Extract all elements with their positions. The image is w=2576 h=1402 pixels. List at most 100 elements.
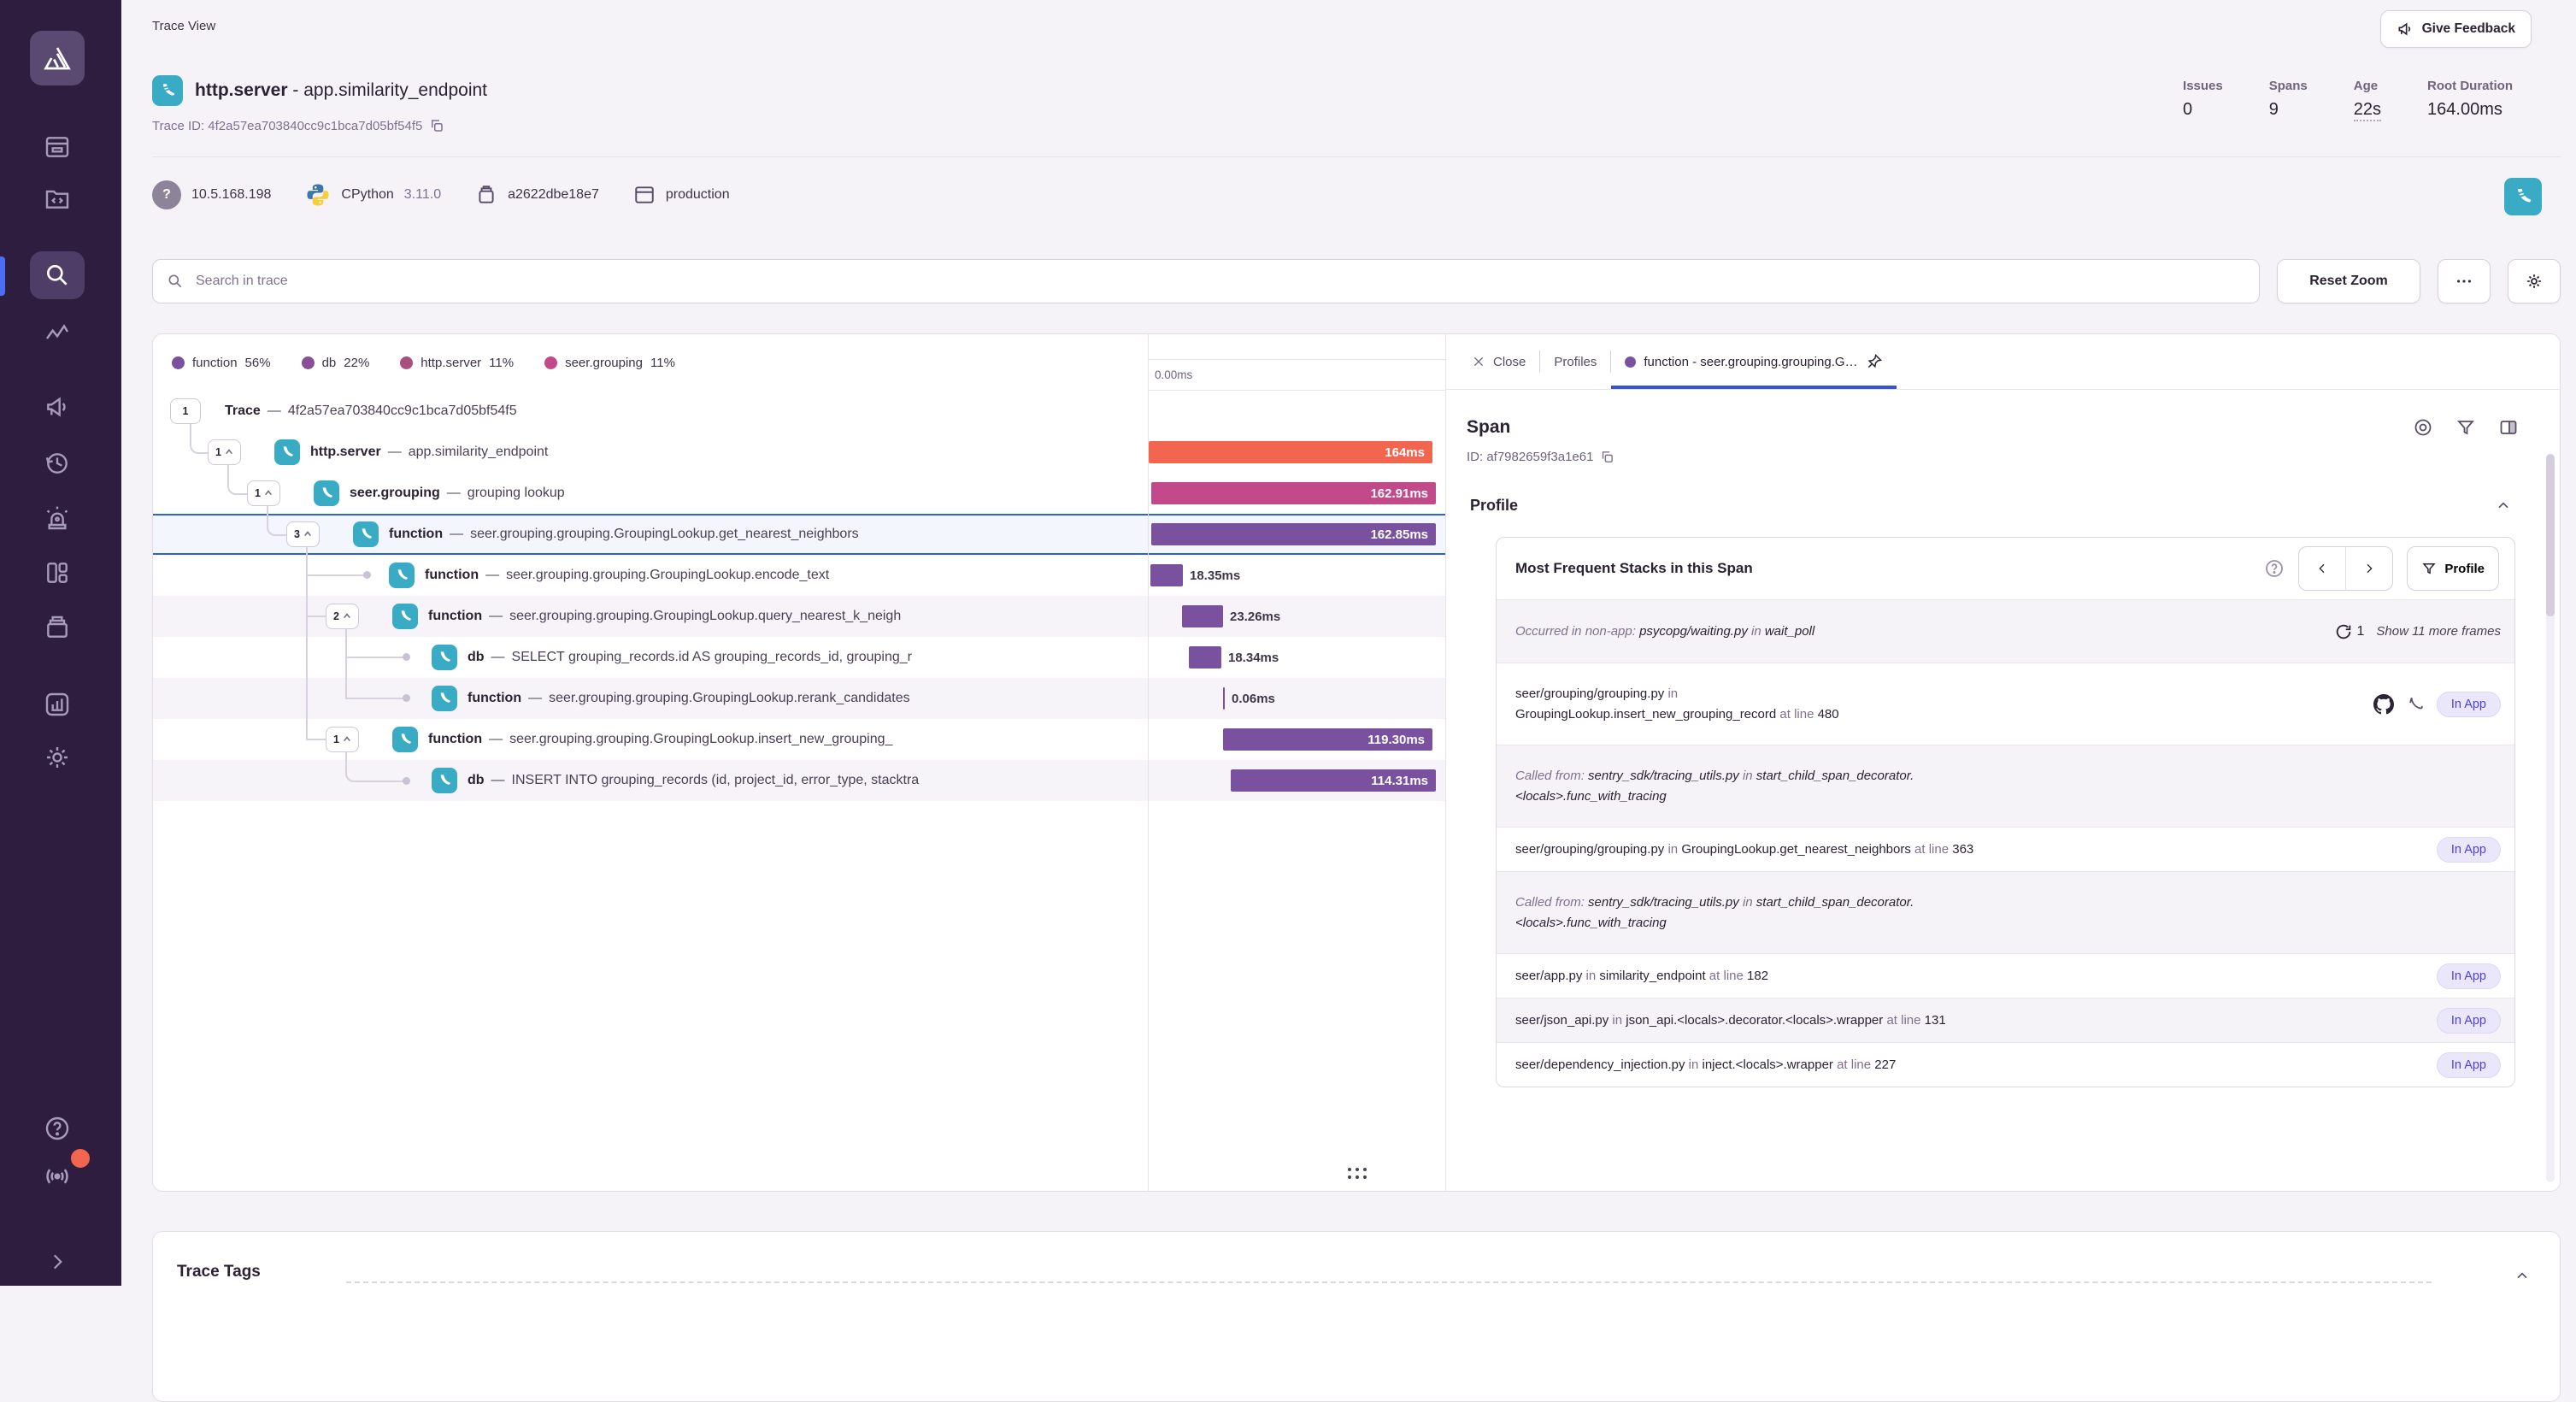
- project-avatar: [274, 439, 300, 465]
- next-stack-button[interactable]: [2345, 547, 2392, 590]
- stat-value: 9: [2269, 100, 2308, 120]
- span-row[interactable]: 1 http.server—app.similarity_endpoint 16…: [153, 432, 1445, 473]
- whats-new-broadcast-icon[interactable]: [30, 1152, 85, 1200]
- stack-frame-called-from[interactable]: Called from: sentry_sdk/tracing_utils.py…: [1497, 871, 2514, 953]
- split-panel-icon[interactable]: [2498, 417, 2519, 438]
- window-icon: [633, 184, 656, 206]
- tab-span-active[interactable]: function - seer.grouping.grouping.G…: [1611, 334, 1896, 389]
- open-profile-button[interactable]: Profile: [2407, 546, 2499, 591]
- trace-root-row[interactable]: 1 Trace—4f2a57ea703840cc9c1bca7d05bf54f5: [153, 391, 1445, 432]
- tree-connector: [267, 506, 288, 536]
- chevron-up-icon[interactable]: [2495, 498, 2512, 515]
- tree-connector: [306, 616, 326, 617]
- duration-bar[interactable]: 114.31ms: [1231, 769, 1436, 792]
- drawer-scrollbar[interactable]: [2546, 454, 2555, 1182]
- settings-gear-icon[interactable]: [30, 733, 85, 781]
- chevron-up-icon[interactable]: [2514, 1268, 2531, 1285]
- children-count-chip[interactable]: 1: [208, 439, 241, 465]
- duration-bar[interactable]: 164ms: [1149, 441, 1432, 463]
- duration-bar[interactable]: 18.35ms: [1150, 564, 1183, 586]
- frequent-stacks-card: Most Frequent Stacks in this Span Profil…: [1496, 537, 2515, 1087]
- ip-tag[interactable]: ?10.5.168.198: [152, 180, 271, 209]
- in-app-badge: In App: [2437, 692, 2501, 717]
- stack-frame[interactable]: seer/json_api.py in json_api.<locals>.de…: [1497, 998, 2514, 1042]
- seer-claw-icon[interactable]: [2406, 695, 2425, 714]
- pin-icon[interactable]: [1866, 353, 1883, 370]
- sentry-logo-icon[interactable]: [30, 31, 85, 85]
- show-more-frames-link[interactable]: Show 11 more frames: [2376, 624, 2501, 639]
- sidebar-expand-chevron-icon[interactable]: [30, 1238, 85, 1286]
- close-drawer-button[interactable]: Close: [1458, 334, 1539, 389]
- in-app-badge: In App: [2437, 963, 2501, 989]
- tree-connector: [345, 629, 347, 698]
- feedback-megaphone-icon[interactable]: [30, 383, 85, 431]
- explore-folder-icon[interactable]: [30, 174, 85, 222]
- project-avatar-small[interactable]: [2504, 178, 2542, 215]
- stats-chart-icon[interactable]: [30, 680, 85, 728]
- search-input[interactable]: [194, 273, 2245, 290]
- duration-bar[interactable]: 162.91ms: [1151, 482, 1436, 504]
- stat-value-age[interactable]: 22s: [2354, 100, 2381, 121]
- stat-value: 164.00ms: [2427, 100, 2513, 120]
- tab-op-dot: [1625, 356, 1636, 368]
- stack-frame[interactable]: seer/grouping/grouping.py in GroupingLoo…: [1497, 827, 2514, 871]
- environment-tag[interactable]: production: [633, 184, 730, 206]
- span-row[interactable]: 1 seer.grouping—grouping lookup 162.91ms: [153, 473, 1445, 514]
- children-count-chip[interactable]: 3: [286, 521, 320, 547]
- span-row-selected[interactable]: 3 function—seer.grouping.grouping.Groupi…: [153, 514, 1445, 555]
- funnel-icon[interactable]: [2455, 417, 2476, 438]
- help-circle-icon[interactable]: [2264, 558, 2285, 579]
- children-count-chip[interactable]: 2: [326, 604, 359, 629]
- performance-zigzag-icon[interactable]: [30, 311, 85, 359]
- children-count-chip[interactable]: 1: [170, 398, 201, 424]
- stack-frame[interactable]: seer/dependency_injection.py in inject.<…: [1497, 1042, 2514, 1087]
- refresh-icon: [2334, 622, 2353, 641]
- release-tag[interactable]: a2622dbe18e7: [475, 184, 599, 206]
- duration-bar[interactable]: 162.85ms: [1151, 523, 1436, 545]
- unknown-browser-icon: ?: [152, 180, 181, 209]
- stack-frame-context[interactable]: Occurred in non-app: psycopg/waiting.py …: [1497, 599, 2514, 663]
- card-title: Most Frequent Stacks in this Span: [1515, 560, 1753, 577]
- close-icon: [1472, 355, 1485, 368]
- alerts-siren-icon[interactable]: [30, 494, 85, 542]
- dashboards-layout-icon[interactable]: [30, 549, 85, 597]
- title-sep: -: [288, 80, 304, 100]
- issues-inbox-icon[interactable]: [30, 123, 85, 171]
- reset-zoom-button[interactable]: Reset Zoom: [2277, 259, 2420, 303]
- duration-bar[interactable]: 0.06ms: [1223, 687, 1225, 710]
- search-icon[interactable]: [30, 251, 85, 299]
- copy-icon[interactable]: [429, 118, 444, 133]
- project-avatar: [152, 75, 183, 106]
- replays-clock-icon[interactable]: [30, 439, 85, 487]
- give-feedback-button[interactable]: Give Feedback: [2380, 10, 2532, 48]
- stat-label: Root Duration: [2427, 79, 2513, 93]
- copy-icon[interactable]: [1600, 450, 1614, 464]
- prev-stack-button[interactable]: [2299, 547, 2345, 590]
- focus-target-icon[interactable]: [2413, 417, 2433, 438]
- leaf-dot: [403, 777, 410, 785]
- more-options-button[interactable]: [2438, 259, 2491, 303]
- span-id: ID: af7982659f3a1e61: [1446, 438, 2560, 464]
- duration-bar[interactable]: 23.26ms: [1182, 605, 1223, 627]
- children-count-chip[interactable]: 1: [326, 727, 359, 752]
- span-details-drawer: Close Profiles function - seer.grouping.…: [1445, 334, 2560, 1191]
- tab-profiles[interactable]: Profiles: [1540, 334, 1610, 389]
- stack-frame-called-from[interactable]: Called from: sentry_sdk/tracing_utils.py…: [1497, 745, 2514, 827]
- panel-drag-handle[interactable]: [1348, 1168, 1367, 1179]
- stack-frame[interactable]: seer/app.py in similarity_endpoint at li…: [1497, 953, 2514, 998]
- children-count-chip[interactable]: 1: [247, 480, 280, 506]
- project-avatar: [353, 521, 379, 547]
- trace-tags-title: Trace Tags: [177, 1263, 261, 1281]
- duration-bar[interactable]: 18.34ms: [1189, 646, 1221, 669]
- trace-settings-gear-button[interactable]: [2508, 259, 2561, 303]
- runtime-tag[interactable]: CPython3.11.0: [305, 182, 441, 208]
- help-icon[interactable]: [30, 1105, 85, 1152]
- stack-frame[interactable]: seer/grouping/grouping.py in GroupingLoo…: [1497, 663, 2514, 745]
- trace-id: Trace ID: 4f2a57ea703840cc9c1bca7d05bf54…: [152, 118, 444, 133]
- duration-bar[interactable]: 119.30ms: [1223, 728, 1432, 751]
- sidebar: [0, 0, 121, 1286]
- page-title: http.server - app.similarity_endpoint: [152, 75, 487, 106]
- leaf-dot: [403, 694, 410, 702]
- github-icon[interactable]: [2373, 694, 2394, 715]
- releases-archive-icon[interactable]: [30, 604, 85, 651]
